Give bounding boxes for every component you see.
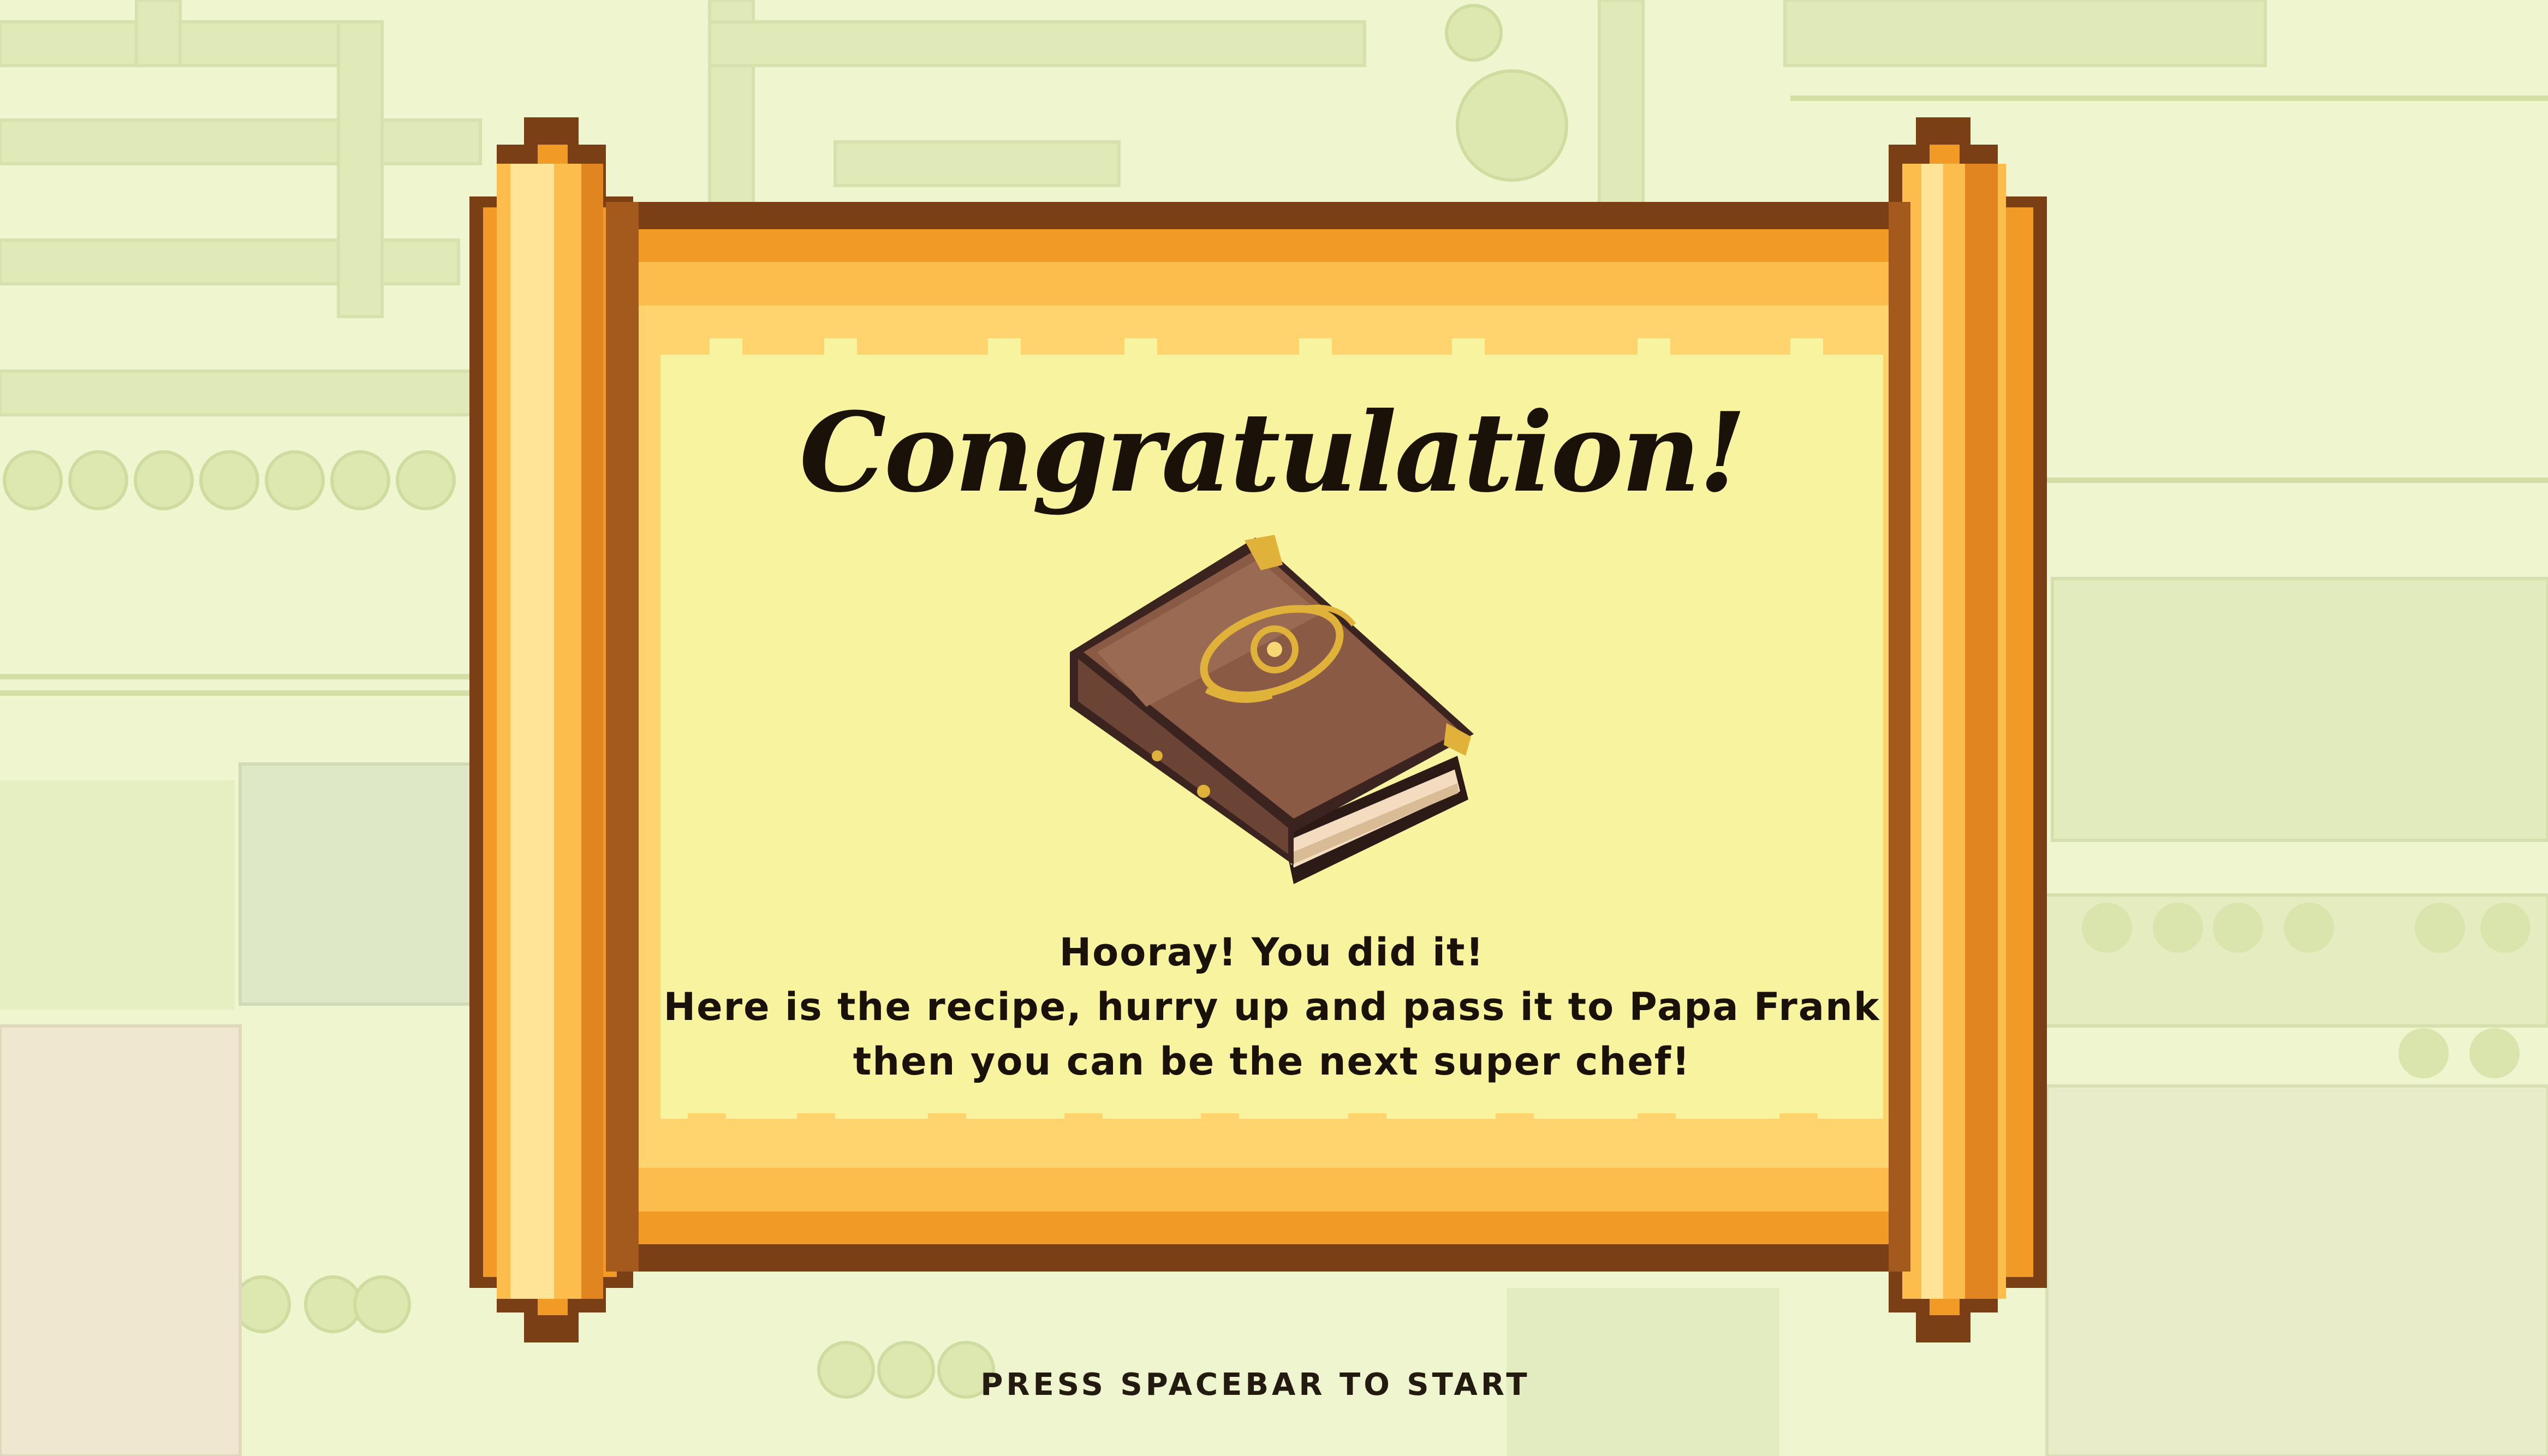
message-line-2: Here is the recipe, hurry up and pass it… — [663, 984, 1880, 1029]
message-line-1: Hooray! You did it! — [1059, 930, 1485, 975]
recipe-book-icon — [1070, 535, 1474, 884]
message-line-3: then you can be the next super chef! — [853, 1039, 1691, 1084]
left-scroll-roller — [469, 117, 639, 1342]
right-scroll-roller — [1889, 117, 2047, 1342]
press-spacebar-prompt[interactable]: PRESS SPACEBAR TO START — [884, 1367, 1627, 1403]
congratulation-title: Congratulation! — [799, 389, 1746, 517]
